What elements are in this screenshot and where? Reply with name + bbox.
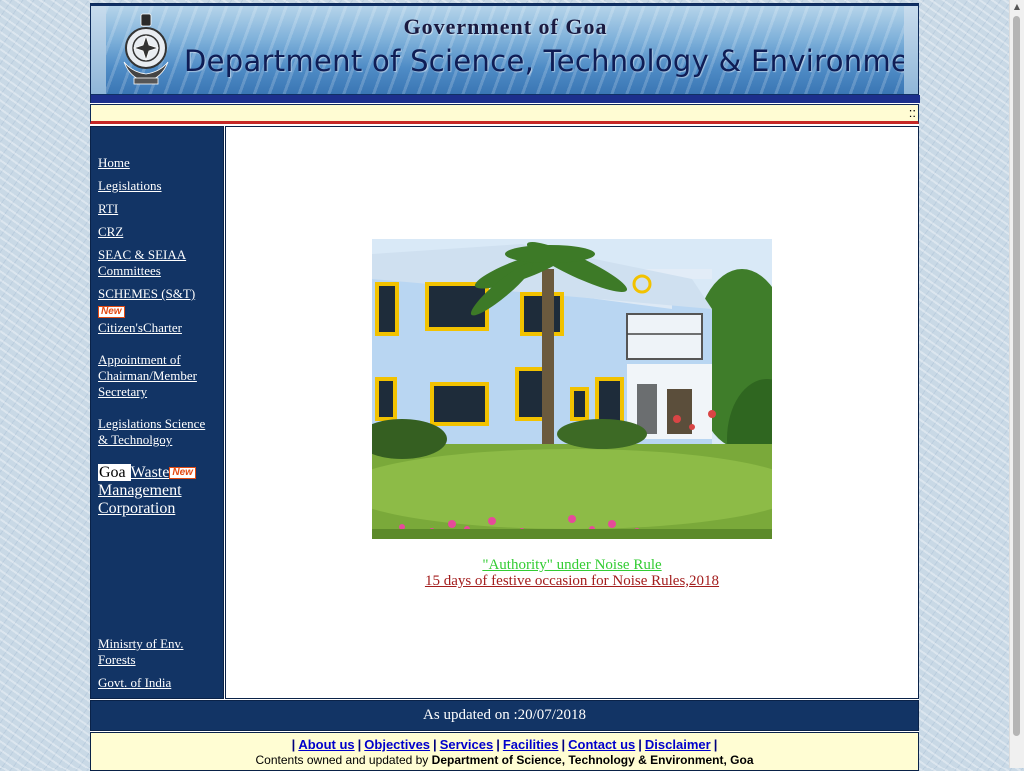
notice-festive-link[interactable]: 15 days of festive occasion for Noise Ru… [226,573,918,590]
footer-link-about[interactable]: About us [298,737,354,752]
banner-stripe [91,95,920,103]
waste-word: Waste [130,464,170,481]
office-building-photo [372,239,772,539]
footer-links: | About us | Objectives | Services | Facilities… [291,737,718,752]
main-content: "Authority" under Noise Rule 15 days of … [225,126,919,699]
footer-link-objectives[interactable]: Objectives [364,737,430,752]
sidebar-item-seac-seiaa[interactable]: SEAC & SEIAA Committees [98,247,213,279]
scrollbar-thumb[interactable] [1013,16,1020,736]
notice-authority-link[interactable]: "Authority" under Noise Rule [226,557,918,574]
footer-owner-prefix: Contents owned and updated by [255,753,429,767]
footer-link-services[interactable]: Services [440,737,494,752]
sidebar-item-govt-india[interactable]: Govt. of India [98,675,213,691]
sidebar-item-goa-waste[interactable]: Goa Waste New Management Corporation [98,464,218,518]
sidebar-item-ministry-env[interactable]: Minisrty of Env. Forests [98,636,213,668]
last-updated-bar: As updated on :20/07/2018 [90,700,919,731]
footer-link-disclaimer[interactable]: Disclaimer [645,737,711,752]
footer-ownership: Contents owned and updated by Department… [91,753,918,767]
footer: | About us | Objectives | Services | Facilities… [90,732,919,771]
sidebar-item-home[interactable]: Home [98,155,213,171]
footer-link-contact[interactable]: Contact us [568,737,635,752]
new-badge: New [169,467,196,479]
page-scrollbar[interactable]: ▲ [1009,0,1024,768]
last-updated-text: As updated on :20/07/2018 [423,707,586,723]
goa-word: Goa [98,464,131,481]
sidebar-item-schemes-link[interactable]: SCHEMES (S&T) [98,286,195,301]
sidebar-item-schemes: SCHEMES (S&T) New [98,286,213,318]
sidebar-item-rti[interactable]: RTI [98,201,213,217]
footer-link-facilities[interactable]: Facilities [503,737,559,752]
header-banner: Government of Goa Department of Science,… [90,3,920,103]
sidebar-item-citizens-charter[interactable]: Citizen'sCharter [98,320,213,336]
sidebar-item-appointment[interactable]: Appointment of Chairman/Member Secretary [98,352,213,400]
page-container: Government of Goa Department of Science,… [90,3,920,771]
new-badge: New [98,306,125,318]
banner-government-title: Government of Goa [403,14,608,39]
news-marquee: :: [90,104,919,124]
banner-department-title: Department of Science, Technology & Envi… [184,44,905,78]
sidebar-item-legislations[interactable]: Legislations [98,178,213,194]
marquee-text[interactable]: :: [909,105,916,120]
scroll-up-arrow-icon[interactable]: ▲ [1010,0,1024,14]
sidebar-nav: Home Legislations RTI CRZ SEAC & SEIAA C… [90,126,224,699]
sidebar-item-crz[interactable]: CRZ [98,224,213,240]
footer-owner-name: Department of Science, Technology & Envi… [431,753,754,767]
goa-waste-tail: Management Corporation [98,482,182,517]
sidebar-item-legislations-science[interactable]: Legislations Science & Technolgoy [98,416,213,448]
banner-image: Government of Goa Department of Science,… [106,6,905,94]
